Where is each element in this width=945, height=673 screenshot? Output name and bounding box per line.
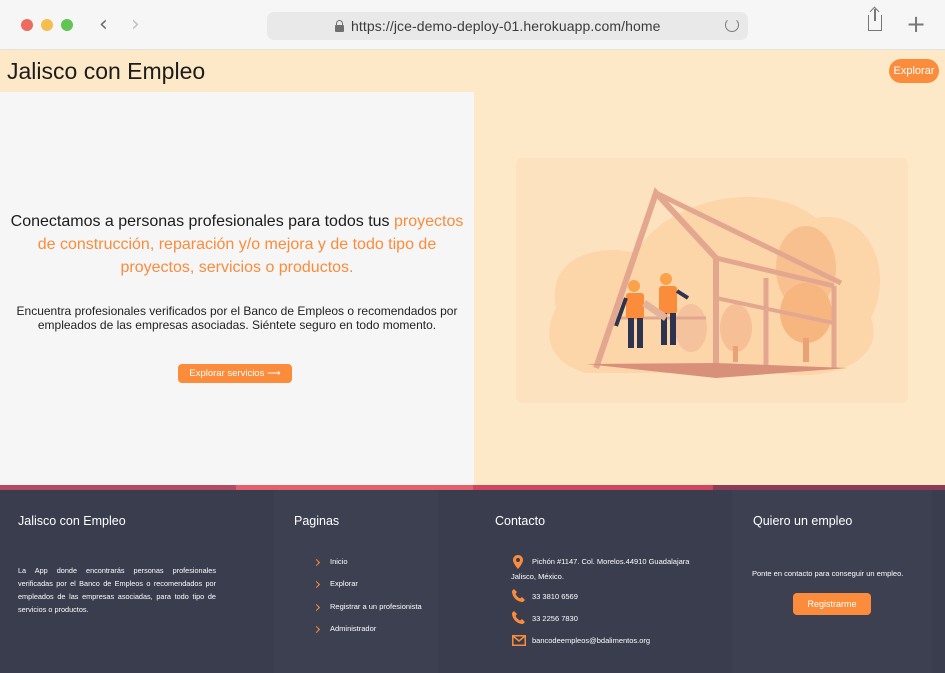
footer-job-column: Quiero un empleo Ponte en contacto para … <box>732 490 932 673</box>
footer-about-title: Jalisco con Empleo <box>18 514 126 528</box>
footer-link-inicio[interactable]: Inicio <box>330 557 348 566</box>
maximize-window-button[interactable] <box>61 19 73 31</box>
registrarme-button[interactable]: Registrarme <box>793 593 871 615</box>
construction-illustration <box>516 158 908 403</box>
footer-pages-title: Paginas <box>294 514 340 528</box>
footer-about-text: La App donde encontrarás personas profes… <box>18 566 216 614</box>
phone-icon <box>512 589 525 602</box>
site-brand[interactable]: Jalisco con Empleo <box>7 58 205 85</box>
explorar-button[interactable]: Explorar <box>889 59 939 83</box>
contact-phone-2[interactable]: 33 2256 7830 <box>532 611 578 626</box>
forward-arrow-icon[interactable]: › <box>131 12 140 38</box>
explorar-servicios-button[interactable]: Explorar servicios ⟶ <box>178 364 292 383</box>
lock-icon <box>335 20 344 32</box>
footer-contact-title: Contacto <box>495 514 546 528</box>
headline-plain: Conectamos a personas profesionales para… <box>10 213 394 230</box>
footer-contact-column: Contacto Pichón #1147. Col. Morelos.4491… <box>473 490 713 673</box>
url-text: https://jce-demo-deploy-01.herokuapp.com… <box>351 18 661 34</box>
new-tab-icon[interactable]: + <box>906 10 926 38</box>
minimize-window-button[interactable] <box>41 19 53 31</box>
address-bar[interactable]: https://jce-demo-deploy-01.herokuapp.com… <box>267 12 748 40</box>
footer-job-text: Ponte en contacto para conseguir un empl… <box>752 569 904 578</box>
contact-email[interactable]: bancodeempleos@bdalimentos.org <box>532 633 650 648</box>
back-arrow-icon[interactable]: ‹ <box>99 12 108 38</box>
contact-address-line2: Jalisco, México. <box>511 572 564 581</box>
chevron-right-icon <box>312 580 321 589</box>
footer-job-title: Quiero un empleo <box>753 514 853 528</box>
footer-about-column: Jalisco con Empleo La App donde encontra… <box>0 490 236 673</box>
contact-phone-1[interactable]: 33 3810 6569 <box>532 589 578 604</box>
footer-link-explorar[interactable]: Explorar <box>330 579 358 588</box>
site-header: Jalisco con Empleo Explorar <box>0 50 945 92</box>
reload-icon[interactable] <box>725 18 739 32</box>
footer-link-administrador[interactable]: Administrador <box>330 624 376 633</box>
mail-icon <box>512 635 526 646</box>
chevron-right-icon <box>312 558 321 567</box>
hero-text-panel: Conectamos a personas profesionales para… <box>0 92 474 485</box>
close-window-button[interactable] <box>21 19 33 31</box>
chevron-right-icon <box>312 603 321 612</box>
location-pin-icon <box>513 555 523 569</box>
footer-pages-column: Paginas Inicio Explorar Registrar a un p… <box>274 490 438 673</box>
hero-illustration-panel <box>474 92 945 485</box>
hero-headline: Conectamos a personas profesionales para… <box>8 210 466 279</box>
share-icon[interactable] <box>868 9 882 31</box>
footer: Jalisco con Empleo La App donde encontra… <box>0 485 945 673</box>
contact-address-line1: Pichón #1147. Col. Morelos.44910 Guadala… <box>532 557 690 566</box>
browser-toolbar: ‹ › https://jce-demo-deploy-01.herokuapp… <box>0 0 945 50</box>
chevron-right-icon <box>312 625 321 634</box>
phone-icon <box>512 611 525 624</box>
footer-link-registrar[interactable]: Registrar a un profesionista <box>330 602 422 611</box>
hero-subtext: Encuentra profesionales verificados por … <box>16 304 458 332</box>
